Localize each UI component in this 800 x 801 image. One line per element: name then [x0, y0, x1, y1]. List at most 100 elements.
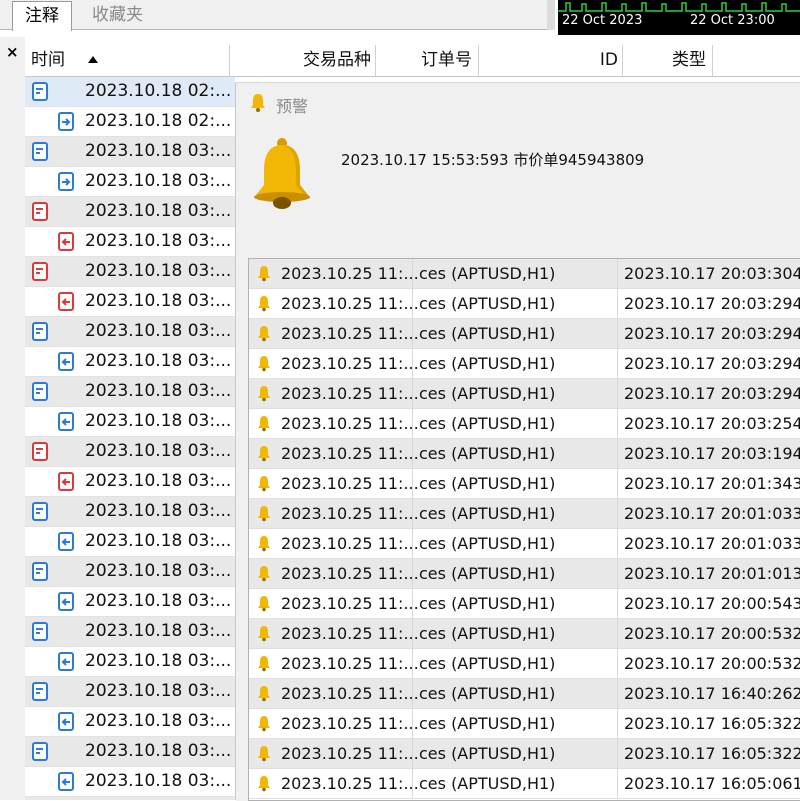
alert-time: 2023.10.25 11:...: [281, 774, 419, 793]
panel-close-strip: ×: [0, 37, 25, 800]
list-item-time: 2023.10.18 03:...: [85, 711, 232, 731]
list-item[interactable]: 2023.10.18 03:...: [25, 587, 235, 617]
alert-time: 2023.10.25 11:...: [281, 354, 419, 373]
alert-time: 2023.10.25 11:...: [281, 744, 419, 763]
list-item[interactable]: 2023.10.18 03:...: [25, 437, 235, 467]
list-item[interactable]: 2023.10.18 03:...: [25, 257, 235, 287]
alert-time: 2023.10.25 11:...: [281, 324, 419, 343]
alert-row[interactable]: 2023.10.25 11:... ces (APTUSD,H1) 2023.10.…: [249, 379, 800, 409]
list-item[interactable]: 2023.10.18 03:...: [25, 767, 235, 797]
alert-row[interactable]: 2023.10.25 11:... ces (APTUSD,H1) 2023.10.…: [249, 589, 800, 619]
arrow-left-icon: [57, 292, 75, 312]
alert-time-cell: 2023.10.25 11:...: [249, 589, 419, 619]
log-entry-icon: [31, 382, 49, 402]
column-header-id[interactable]: ID: [479, 45, 623, 77]
list-item[interactable]: 2023.10.18 03:...: [25, 377, 235, 407]
list-item[interactable]: 2023.10.18 02:...: [25, 107, 235, 137]
alert-text: 2023.10.17 20:00:5329: [624, 624, 800, 643]
alert-time-cell: 2023.10.25 11:...: [249, 619, 419, 649]
alert-row[interactable]: 2023.10.25 11:... ces (APTUSD,H1) 2023.10.…: [249, 499, 800, 529]
alert-row[interactable]: 2023.10.25 11:... ces (APTUSD,H1) 2023.10.…: [249, 619, 800, 649]
alert-time-cell: 2023.10.25 11:...: [249, 499, 419, 529]
alert-row[interactable]: 2023.10.25 11:... ces (APTUSD,H1) 2023.10.…: [249, 679, 800, 709]
close-icon[interactable]: ×: [6, 43, 19, 61]
list-item-time: 2023.10.18 03:...: [85, 561, 232, 581]
list-item[interactable]: 2023.10.18 03:...: [25, 677, 235, 707]
tab-annotations[interactable]: 注释: [12, 1, 72, 31]
list-item[interactable]: 2023.10.18 03:...: [25, 227, 235, 257]
list-item[interactable]: 2023.10.18 03:...: [25, 197, 235, 227]
list-item-time: 2023.10.18 03:...: [85, 771, 232, 791]
alert-text-cell: 2023.10.17 16:05:3221: [618, 739, 800, 769]
alert-row[interactable]: 2023.10.25 11:... ces (APTUSD,H1) 2023.10.…: [249, 649, 800, 679]
alert-text: 2023.10.17 16:05:3221: [624, 744, 800, 763]
list-item[interactable]: 2023.10.18 03:...: [25, 467, 235, 497]
bell-icon: [257, 745, 271, 766]
list-item[interactable]: 2023.10.18 03:...: [25, 167, 235, 197]
list-item[interactable]: 2023.10.18 03:...: [25, 707, 235, 737]
alert-text-cell: 2023.10.17 20:03:2947: [618, 319, 800, 349]
list-item[interactable]: 2023.10.18 03:...: [25, 647, 235, 677]
alert-source: ces (APTUSD,H1): [419, 354, 556, 373]
column-header-symbol[interactable]: 交易品种: [230, 45, 376, 77]
list-item[interactable]: 2023.10.18 03:...: [25, 287, 235, 317]
alert-time: 2023.10.25 11:...: [281, 684, 419, 703]
alert-row[interactable]: 2023.10.25 11:... ces (APTUSD,H1) 2023.10.…: [249, 439, 800, 469]
alert-time-cell: 2023.10.25 11:...: [249, 289, 419, 319]
bell-icon: [257, 265, 271, 286]
popup-titlebar[interactable]: 预警: [236, 83, 800, 125]
alert-time: 2023.10.25 11:...: [281, 444, 419, 463]
alert-row[interactable]: 2023.10.25 11:... ces (APTUSD,H1) 2023.10.…: [249, 289, 800, 319]
alert-row[interactable]: 2023.10.25 11:... ces (APTUSD,H1) 2023.10.…: [249, 409, 800, 439]
log-entry-icon: [31, 502, 49, 522]
alert-time: 2023.10.25 11:...: [281, 534, 419, 553]
alert-row[interactable]: 2023.10.25 11:... ces (APTUSD,H1) 2023.10.…: [249, 259, 800, 289]
alert-row[interactable]: 2023.10.25 11:... ces (APTUSD,H1) 2023.10.…: [249, 739, 800, 769]
alert-time-cell: 2023.10.25 11:...: [249, 469, 419, 499]
alert-row[interactable]: 2023.10.25 11:... ces (APTUSD,H1) 2023.10.…: [249, 469, 800, 499]
bell-icon: [257, 565, 271, 586]
alert-source: ces (APTUSD,H1): [419, 264, 556, 283]
bell-icon: [257, 295, 271, 316]
list-item-time: 2023.10.18 03:...: [85, 381, 232, 401]
alert-text: 2023.10.17 20:01:0334: [624, 534, 800, 553]
list-item[interactable]: 2023.10.18 03:...: [25, 557, 235, 587]
log-entry-icon: [31, 622, 49, 642]
list-item[interactable]: 2023.10.18 03:...: [25, 347, 235, 377]
bell-icon: [257, 655, 271, 676]
column-header-time[interactable]: 时间: [25, 45, 230, 77]
alert-row[interactable]: 2023.10.25 11:... ces (APTUSD,H1) 2023.10.…: [249, 319, 800, 349]
alert-time-cell: 2023.10.25 11:...: [249, 259, 419, 289]
list-item[interactable]: 2023.10.18 03:...: [25, 497, 235, 527]
arrow-right-icon: [57, 172, 75, 192]
alert-source-cell: ces (APTUSD,H1): [413, 649, 618, 679]
alert-text-cell: 2023.10.17 20:00:5430: [618, 589, 800, 619]
list-item[interactable]: 2023.10.18 03:...: [25, 737, 235, 767]
column-header-type[interactable]: 类型: [623, 45, 713, 77]
bell-icon: [257, 505, 271, 526]
log-entry-icon: [31, 142, 49, 162]
list-item[interactable]: 2023.10.18 03:...: [25, 137, 235, 167]
alert-time: 2023.10.25 11:...: [281, 654, 419, 673]
list-item[interactable]: 2023.10.18 03:...: [25, 617, 235, 647]
alert-row[interactable]: 2023.10.25 11:... ces (APTUSD,H1) 2023.10.…: [249, 769, 800, 799]
list-item[interactable]: 2023.10.18 02:...: [25, 77, 235, 107]
alert-text-cell: 2023.10.17 16:05:3222: [618, 709, 800, 739]
list-item-time: 2023.10.18 03:...: [85, 201, 232, 221]
alert-row[interactable]: 2023.10.25 11:... ces (APTUSD,H1) 2023.10.…: [249, 349, 800, 379]
log-entry-icon: [31, 682, 49, 702]
alert-text-cell: 2023.10.17 20:03:2948: [618, 289, 800, 319]
arrow-left-icon: [57, 232, 75, 252]
column-header-order[interactable]: 订单号: [376, 45, 479, 77]
alert-row[interactable]: 2023.10.25 11:... ces (APTUSD,H1) 2023.10.…: [249, 709, 800, 739]
arrow-left-icon: [57, 652, 75, 672]
alert-row[interactable]: 2023.10.25 11:... ces (APTUSD,H1) 2023.10.…: [249, 529, 800, 559]
alert-row[interactable]: 2023.10.25 11:... ces (APTUSD,H1) 2023.10.…: [249, 559, 800, 589]
list-item[interactable]: 2023.10.18 03:...: [25, 407, 235, 437]
arrow-left-icon: [57, 592, 75, 612]
alert-source-cell: ces (APTUSD,H1): [413, 499, 618, 529]
list-item[interactable]: 2023.10.18 03:...: [25, 527, 235, 557]
journal-list: 2023.10.18 02:... 2023.10.18 02:... 2023.1…: [25, 77, 235, 800]
tab-favorites[interactable]: 收藏夹: [80, 1, 155, 30]
list-item[interactable]: 2023.10.18 03:...: [25, 317, 235, 347]
